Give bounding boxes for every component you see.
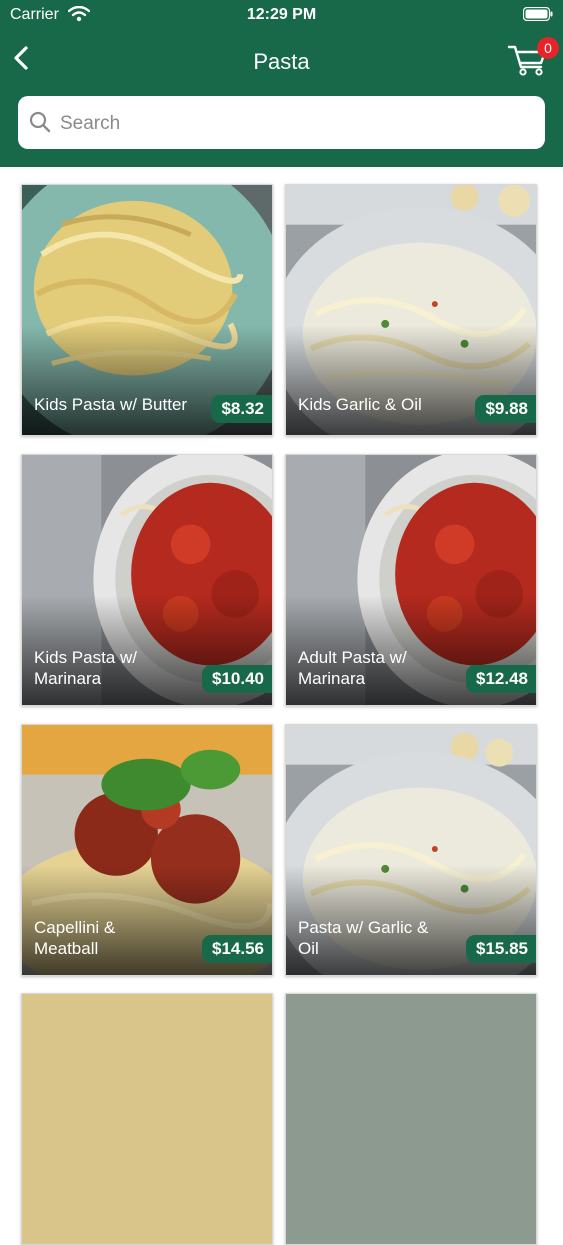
header: Carrier 12:29 PM Pasta 0 [0, 0, 563, 167]
food-image [286, 994, 536, 1244]
status-bar: Carrier 12:29 PM [0, 0, 563, 30]
item-price: $14.56 [202, 935, 272, 963]
cart-count-badge: 0 [537, 37, 559, 59]
menu-item-card[interactable] [21, 993, 273, 1245]
item-price: $15.85 [466, 935, 536, 963]
menu-grid: Kids Pasta w/ Butter $8.32 Kids Garlic &… [0, 167, 563, 1245]
status-time: 12:29 PM [246, 6, 317, 23]
menu-item-card[interactable]: Adult Pasta w/ Marinara $12.48 [285, 454, 537, 706]
item-price: $12.48 [466, 665, 536, 693]
search-input[interactable] [58, 96, 532, 151]
menu-item-card[interactable]: Kids Garlic & Oil $9.88 [285, 184, 537, 436]
item-name: Capellini & Meatball [34, 918, 116, 958]
item-name: Pasta w/ Garlic & Oil [298, 918, 429, 958]
item-price: $8.32 [211, 395, 272, 423]
item-name: Kids Pasta w/ Butter [34, 395, 188, 414]
food-image [22, 994, 272, 1244]
menu-item-card[interactable]: Capellini & Meatball $14.56 [21, 724, 273, 976]
battery-icon [523, 7, 553, 21]
search-bar [18, 96, 545, 151]
item-name: Kids Garlic & Oil [298, 395, 422, 414]
item-price: $10.40 [202, 665, 272, 693]
menu-item-card[interactable] [285, 993, 537, 1245]
item-name: Adult Pasta w/ Marinara [298, 648, 407, 688]
menu-item-card[interactable]: Kids Pasta w/ Butter $8.32 [21, 184, 273, 436]
item-name: Kids Pasta w/ Marinara [34, 648, 137, 688]
page-title: Pasta [253, 49, 310, 74]
search-icon [29, 111, 51, 133]
item-price: $9.88 [475, 395, 536, 423]
menu-item-card[interactable]: Kids Pasta w/ Marinara $10.40 [21, 454, 273, 706]
menu-item-card[interactable]: Pasta w/ Garlic & Oil $15.85 [285, 724, 537, 976]
